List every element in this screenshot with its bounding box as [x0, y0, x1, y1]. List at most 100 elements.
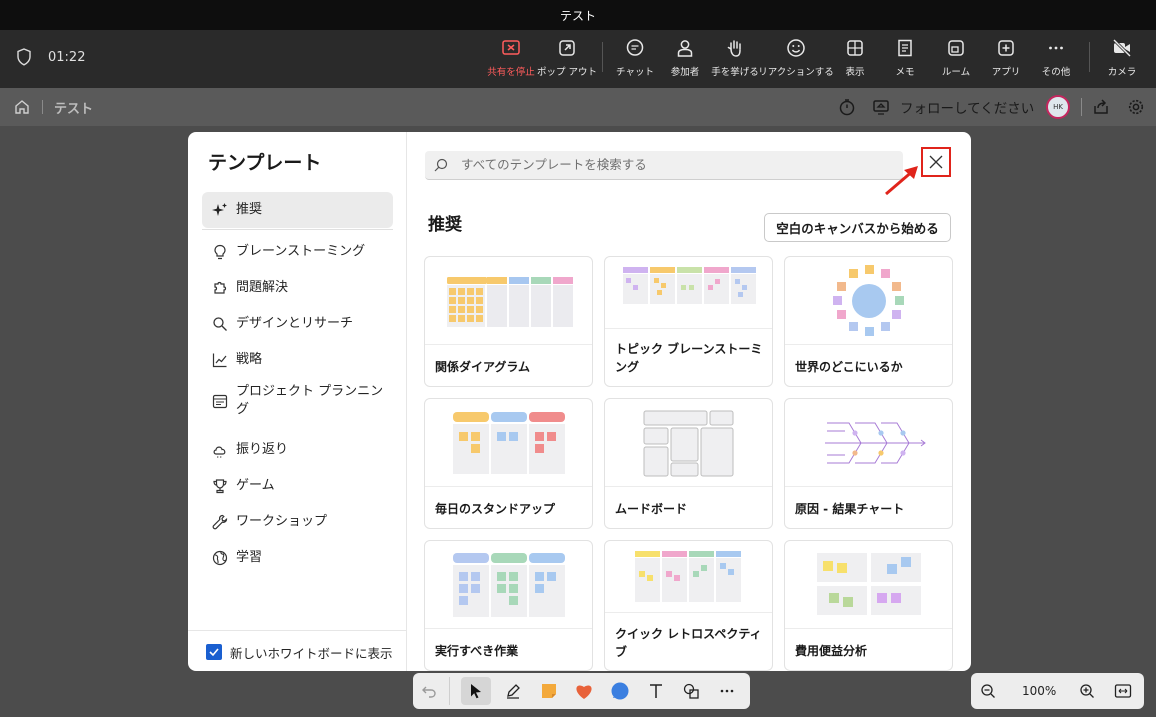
template-preview — [605, 541, 772, 613]
globe-icon — [212, 550, 228, 566]
popout-icon — [559, 40, 575, 56]
stop-share-icon — [502, 40, 520, 55]
template-card-cost-benefit[interactable]: 費用便益分析 — [784, 540, 953, 671]
search-input[interactable] — [461, 157, 881, 172]
reaction-heart-icon[interactable] — [574, 682, 594, 700]
blank-canvas-button[interactable]: 空白のキャンバスから始める — [764, 213, 951, 242]
whiteboard-appbar: テスト フォローしてください HK — [0, 88, 1156, 126]
nav-item-brainstorming[interactable]: ブレーンストーミング — [202, 234, 393, 270]
mood-board-preview — [643, 410, 734, 477]
where-in-world-preview — [833, 265, 904, 336]
relationship-diagram-preview — [447, 277, 573, 327]
text-tool-icon[interactable] — [648, 682, 664, 700]
more-tools-icon[interactable] — [719, 683, 735, 699]
notes-label: メモ — [895, 67, 915, 78]
zoom-in-icon[interactable] — [1079, 683, 1095, 699]
select-tool-button[interactable] — [461, 677, 491, 705]
timer-icon[interactable] — [838, 98, 856, 116]
lightbulb-icon — [214, 244, 226, 260]
template-card-topic-brainstorming[interactable]: トピック ブレーンストーミング — [604, 256, 773, 387]
shapes-icon[interactable] — [682, 682, 700, 700]
drawing-toolbar — [413, 673, 750, 709]
more-button[interactable]: その他 — [1024, 38, 1088, 82]
popout-button[interactable]: ポップ アウト — [535, 38, 599, 82]
camera-label: カメラ — [1107, 67, 1137, 78]
template-preview — [425, 257, 592, 345]
template-title: 毎日のスタンドアップ — [435, 502, 556, 516]
nav-item-label: デザインとリサーチ — [236, 316, 354, 331]
nav-item-problem-solving[interactable]: 問題解決 — [202, 270, 393, 306]
template-card-where-in-world[interactable]: 世界のどこにいるか — [784, 256, 953, 387]
avatar[interactable]: HK — [1046, 95, 1070, 119]
close-button[interactable] — [921, 147, 951, 177]
template-preview — [605, 257, 772, 329]
share-icon[interactable] — [1092, 98, 1110, 116]
puzzle-icon — [214, 281, 227, 294]
meeting-toolbar: 01:22 共有を停止 ポップ アウト チャット 参加者 手を挙げる リアクショ… — [0, 30, 1156, 88]
undo-icon[interactable] — [421, 683, 437, 699]
template-card-daily-standup[interactable]: 毎日のスタンドアップ — [424, 398, 593, 529]
nav-item-strategy[interactable]: 戦略 — [202, 342, 393, 378]
stop-share-label: 共有を停止 — [487, 67, 535, 78]
avatar-initials: HK — [1053, 103, 1063, 111]
pen-icon[interactable] — [505, 683, 521, 699]
board-title: テスト — [54, 102, 94, 117]
blank-canvas-label: 空白のキャンバスから始める — [776, 221, 939, 236]
search-icon — [213, 317, 227, 331]
settings-icon[interactable] — [1127, 98, 1145, 116]
comment-icon[interactable] — [610, 681, 630, 701]
daily-standup-preview — [453, 412, 565, 474]
fit-screen-icon[interactable] — [1114, 683, 1132, 699]
rooms-icon — [948, 40, 964, 56]
follow-icon[interactable] — [872, 98, 890, 116]
apps-label: アプリ — [991, 67, 1021, 78]
template-title: 関係ダイアグラム — [435, 360, 531, 374]
template-preview — [425, 541, 592, 629]
zoom-out-icon[interactable] — [980, 683, 996, 699]
template-card-action-items[interactable]: 実行すべき作業 — [424, 540, 593, 671]
template-dialog: テンプレート 推奨 ブレーンストーミング 問題解決 デザインとリサーチ 戦略 プ… — [188, 132, 971, 671]
template-card-mood-board[interactable]: ムードボード — [604, 398, 773, 529]
home-icon[interactable] — [14, 99, 30, 115]
template-title: 世界のどこにいるか — [795, 360, 903, 374]
notes-icon — [898, 39, 912, 57]
cause-effect-preview — [825, 422, 926, 464]
nav-item-label: ブレーンストーミング — [236, 244, 366, 259]
nav-item-retrospective[interactable]: 振り返り — [202, 432, 393, 468]
sticky-note-icon[interactable] — [540, 682, 558, 700]
reaction-button[interactable]: リアクションする — [758, 38, 834, 82]
nav-item-label: 振り返り — [236, 442, 289, 457]
nav-item-workshop[interactable]: ワークショップ — [202, 504, 393, 540]
cursor-icon — [471, 684, 481, 699]
nav-item-learning[interactable]: 学習 — [202, 540, 393, 576]
apps-icon — [998, 40, 1014, 56]
template-card-relationship-diagram[interactable]: 関係ダイアグラム — [424, 256, 593, 387]
template-card-cause-effect[interactable]: 原因 - 結果チャート — [784, 398, 953, 529]
nav-item-games[interactable]: ゲーム — [202, 468, 393, 504]
shield-icon — [17, 48, 31, 66]
more-icon — [1049, 46, 1063, 50]
follow-label[interactable]: フォローしてください — [900, 97, 1034, 117]
chat-label: チャット — [616, 67, 654, 78]
sidebar-bottom-divider — [188, 630, 407, 631]
stop-share-button[interactable]: 共有を停止 — [479, 38, 543, 82]
template-preview — [605, 399, 772, 487]
show-on-new-checkbox[interactable] — [206, 644, 222, 660]
nav-item-design-research[interactable]: デザインとリサーチ — [202, 306, 393, 342]
template-preview — [785, 399, 952, 487]
nav-item-project-planning[interactable]: プロジェクト プランニング — [202, 378, 393, 424]
window-title: テスト — [559, 8, 596, 23]
rooms-label: ルーム — [941, 67, 971, 78]
trophy-icon — [213, 479, 227, 494]
sidebar-divider — [202, 229, 393, 230]
template-preview — [785, 257, 952, 345]
template-card-quick-retrospective[interactable]: クイック レトロスペクティブ — [604, 540, 773, 671]
meeting-timer: 01:22 — [48, 50, 86, 65]
cost-benefit-preview — [817, 553, 921, 615]
nav-item-label: プロジェクト プランニング — [236, 384, 384, 417]
camera-button[interactable]: カメラ — [1090, 38, 1154, 82]
template-title: 費用便益分析 — [795, 644, 868, 658]
nav-item-recommended[interactable]: 推奨 — [202, 192, 393, 228]
zoom-controls: 100% — [971, 673, 1144, 709]
nav-item-label: ゲーム — [236, 478, 275, 493]
